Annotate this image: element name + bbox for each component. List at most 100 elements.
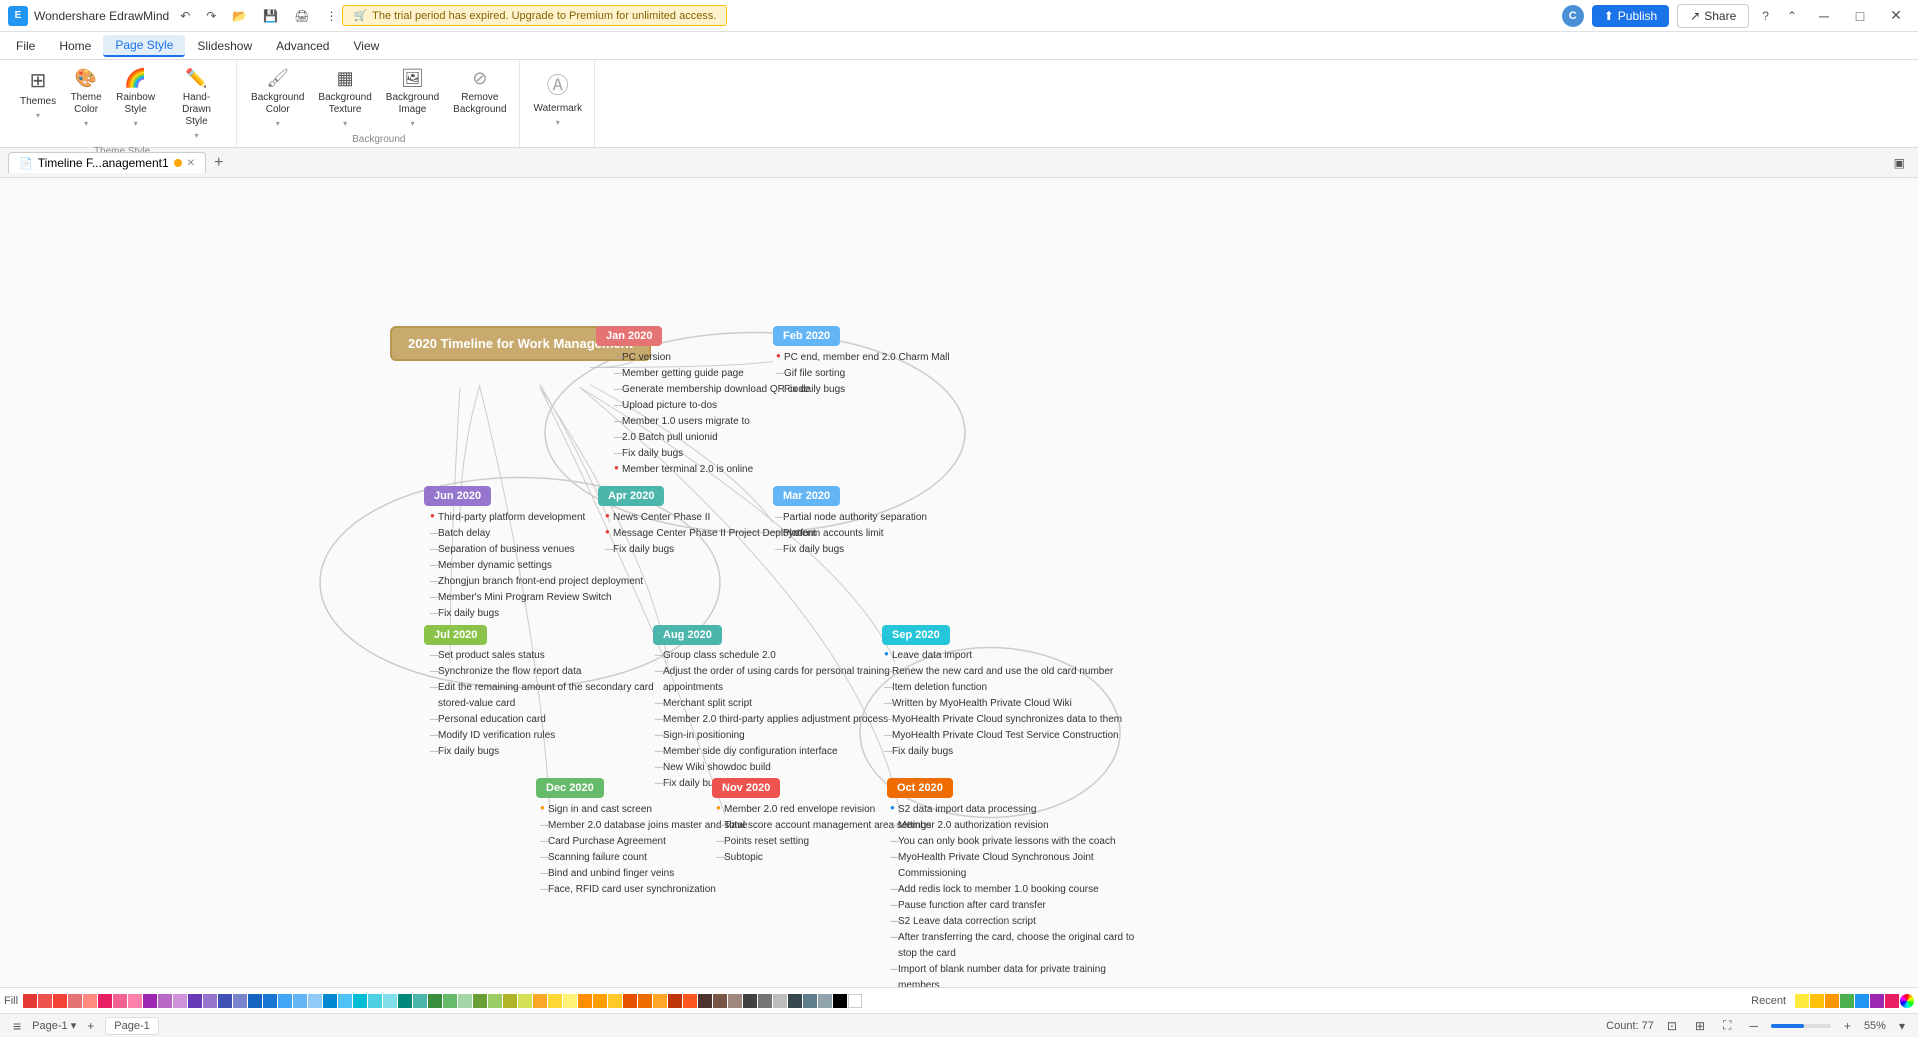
zoom-in-button[interactable]: + bbox=[1839, 1017, 1856, 1035]
color-swatch-24[interactable] bbox=[368, 994, 382, 1008]
zoom-dropdown-button[interactable]: ▾ bbox=[1894, 1017, 1910, 1035]
close-button[interactable]: ✕ bbox=[1882, 5, 1910, 27]
node-jun2020[interactable]: Jun 2020 bbox=[424, 486, 491, 506]
color-swatch-8[interactable] bbox=[128, 994, 142, 1008]
node-dec2020[interactable]: Dec 2020 bbox=[536, 778, 604, 798]
color-swatch-25[interactable] bbox=[383, 994, 397, 1008]
color-swatch-49[interactable] bbox=[743, 994, 757, 1008]
color-swatch-28[interactable] bbox=[428, 994, 442, 1008]
remove-background-button[interactable]: ⊘ RemoveBackground bbox=[447, 64, 512, 120]
settings-button[interactable]: ⌃ bbox=[1782, 7, 1802, 25]
color-swatch-36[interactable] bbox=[548, 994, 562, 1008]
color-swatch-45[interactable] bbox=[683, 994, 697, 1008]
custom-color-picker[interactable] bbox=[1900, 994, 1914, 1008]
color-swatch-54[interactable] bbox=[818, 994, 832, 1008]
recent-color-3[interactable] bbox=[1825, 994, 1839, 1008]
color-swatch-34[interactable] bbox=[518, 994, 532, 1008]
color-swatch-10[interactable] bbox=[158, 994, 172, 1008]
color-swatch-33[interactable] bbox=[503, 994, 517, 1008]
color-swatch-26[interactable] bbox=[398, 994, 412, 1008]
background-image-button[interactable]: 🖼 BackgroundImage ▾ bbox=[380, 64, 445, 132]
node-jul2020[interactable]: Jul 2020 bbox=[424, 625, 487, 645]
node-jan2020[interactable]: Jan 2020 bbox=[596, 326, 662, 346]
maximize-button[interactable]: □ bbox=[1846, 5, 1874, 27]
zoom-out-button[interactable]: ─ bbox=[1744, 1017, 1763, 1035]
more-button[interactable]: ⋮ bbox=[320, 7, 342, 25]
color-swatch-53[interactable] bbox=[803, 994, 817, 1008]
open-file-button[interactable]: 📂 bbox=[227, 7, 252, 25]
color-swatch-9[interactable] bbox=[143, 994, 157, 1008]
color-swatch-51[interactable] bbox=[773, 994, 787, 1008]
menu-home[interactable]: Home bbox=[47, 36, 103, 56]
color-swatch-20[interactable] bbox=[308, 994, 322, 1008]
save-button[interactable]: 💾 bbox=[258, 7, 283, 25]
menu-advanced[interactable]: Advanced bbox=[264, 36, 341, 56]
color-swatch-4[interactable] bbox=[68, 994, 82, 1008]
node-oct2020[interactable]: Oct 2020 bbox=[887, 778, 953, 798]
themes-button[interactable]: ⊞ Themes ▾ bbox=[14, 64, 62, 124]
color-swatch-13[interactable] bbox=[203, 994, 217, 1008]
page-selector[interactable]: Page-1 ▾ bbox=[32, 1019, 76, 1032]
color-swatch-40[interactable] bbox=[608, 994, 622, 1008]
rainbow-style-button[interactable]: 🌈 RainbowStyle ▾ bbox=[110, 64, 161, 132]
watermark-button[interactable]: Ⓐ Watermark ▾ bbox=[528, 64, 589, 131]
background-color-button[interactable]: 🖌 BackgroundColor ▾ bbox=[245, 64, 310, 132]
tab-close-button[interactable]: ✕ bbox=[187, 158, 195, 169]
table-view-button[interactable]: ⊞ bbox=[1690, 1017, 1710, 1035]
tab-timeline[interactable]: 📄 Timeline F...anagement1 ✕ bbox=[8, 152, 206, 173]
menu-slideshow[interactable]: Slideshow bbox=[185, 36, 264, 56]
color-swatch-35[interactable] bbox=[533, 994, 547, 1008]
recent-color-7[interactable] bbox=[1885, 994, 1899, 1008]
print-button[interactable]: 🖨 bbox=[289, 7, 314, 25]
color-swatch-11[interactable] bbox=[173, 994, 187, 1008]
node-aug2020[interactable]: Aug 2020 bbox=[653, 625, 722, 645]
color-swatch-6[interactable] bbox=[98, 994, 112, 1008]
color-swatch-43[interactable] bbox=[653, 994, 667, 1008]
color-swatch-21[interactable] bbox=[323, 994, 337, 1008]
theme-color-button[interactable]: 🎨 ThemeColor ▾ bbox=[64, 64, 108, 132]
fit-button[interactable]: ⊡ bbox=[1662, 1017, 1682, 1035]
menu-file[interactable]: File bbox=[4, 36, 47, 56]
panel-toggle[interactable]: ▣ bbox=[1889, 154, 1910, 172]
color-swatch-39[interactable] bbox=[593, 994, 607, 1008]
main-canvas[interactable]: 2020 Timeline for Work Management Jan 20… bbox=[0, 178, 1918, 987]
minimize-button[interactable]: ─ bbox=[1810, 5, 1838, 27]
color-swatch-42[interactable] bbox=[638, 994, 652, 1008]
publish-button[interactable]: ⬆ Publish bbox=[1592, 5, 1669, 27]
color-swatch-27[interactable] bbox=[413, 994, 427, 1008]
add-tab-button[interactable]: + bbox=[210, 154, 227, 172]
fullscreen-button[interactable]: ⛶ bbox=[1718, 1016, 1736, 1035]
hand-drawn-style-button[interactable]: ✏️ Hand-DrawnStyle ▾ bbox=[163, 64, 230, 144]
node-apr2020[interactable]: Apr 2020 bbox=[598, 486, 664, 506]
color-swatch-16[interactable] bbox=[248, 994, 262, 1008]
color-swatch-15[interactable] bbox=[233, 994, 247, 1008]
color-swatch-41[interactable] bbox=[623, 994, 637, 1008]
node-sep2020[interactable]: Sep 2020 bbox=[882, 625, 950, 645]
menu-view[interactable]: View bbox=[341, 36, 391, 56]
color-swatch-55[interactable] bbox=[833, 994, 847, 1008]
color-swatch-56[interactable] bbox=[848, 994, 862, 1008]
color-swatch-23[interactable] bbox=[353, 994, 367, 1008]
color-swatch-37[interactable] bbox=[563, 994, 577, 1008]
color-swatch-31[interactable] bbox=[473, 994, 487, 1008]
color-swatch-17[interactable] bbox=[263, 994, 277, 1008]
color-swatch-2[interactable] bbox=[38, 994, 52, 1008]
color-swatch-47[interactable] bbox=[713, 994, 727, 1008]
color-swatch-44[interactable] bbox=[668, 994, 682, 1008]
color-swatch-48[interactable] bbox=[728, 994, 742, 1008]
node-feb2020[interactable]: Feb 2020 bbox=[773, 326, 840, 346]
node-mar2020[interactable]: Mar 2020 bbox=[773, 486, 840, 506]
color-swatch-19[interactable] bbox=[293, 994, 307, 1008]
redo-button[interactable]: ↷ bbox=[201, 7, 221, 25]
color-swatch-46[interactable] bbox=[698, 994, 712, 1008]
user-avatar[interactable]: C bbox=[1562, 5, 1584, 27]
recent-color-2[interactable] bbox=[1810, 994, 1824, 1008]
color-swatch-14[interactable] bbox=[218, 994, 232, 1008]
color-swatch-1[interactable] bbox=[23, 994, 37, 1008]
color-swatch-7[interactable] bbox=[113, 994, 127, 1008]
background-texture-button[interactable]: ▦ BackgroundTexture ▾ bbox=[312, 64, 377, 132]
recent-color-6[interactable] bbox=[1870, 994, 1884, 1008]
layers-button[interactable]: ≡ bbox=[8, 1016, 26, 1036]
color-swatch-38[interactable] bbox=[578, 994, 592, 1008]
color-swatch-12[interactable] bbox=[188, 994, 202, 1008]
